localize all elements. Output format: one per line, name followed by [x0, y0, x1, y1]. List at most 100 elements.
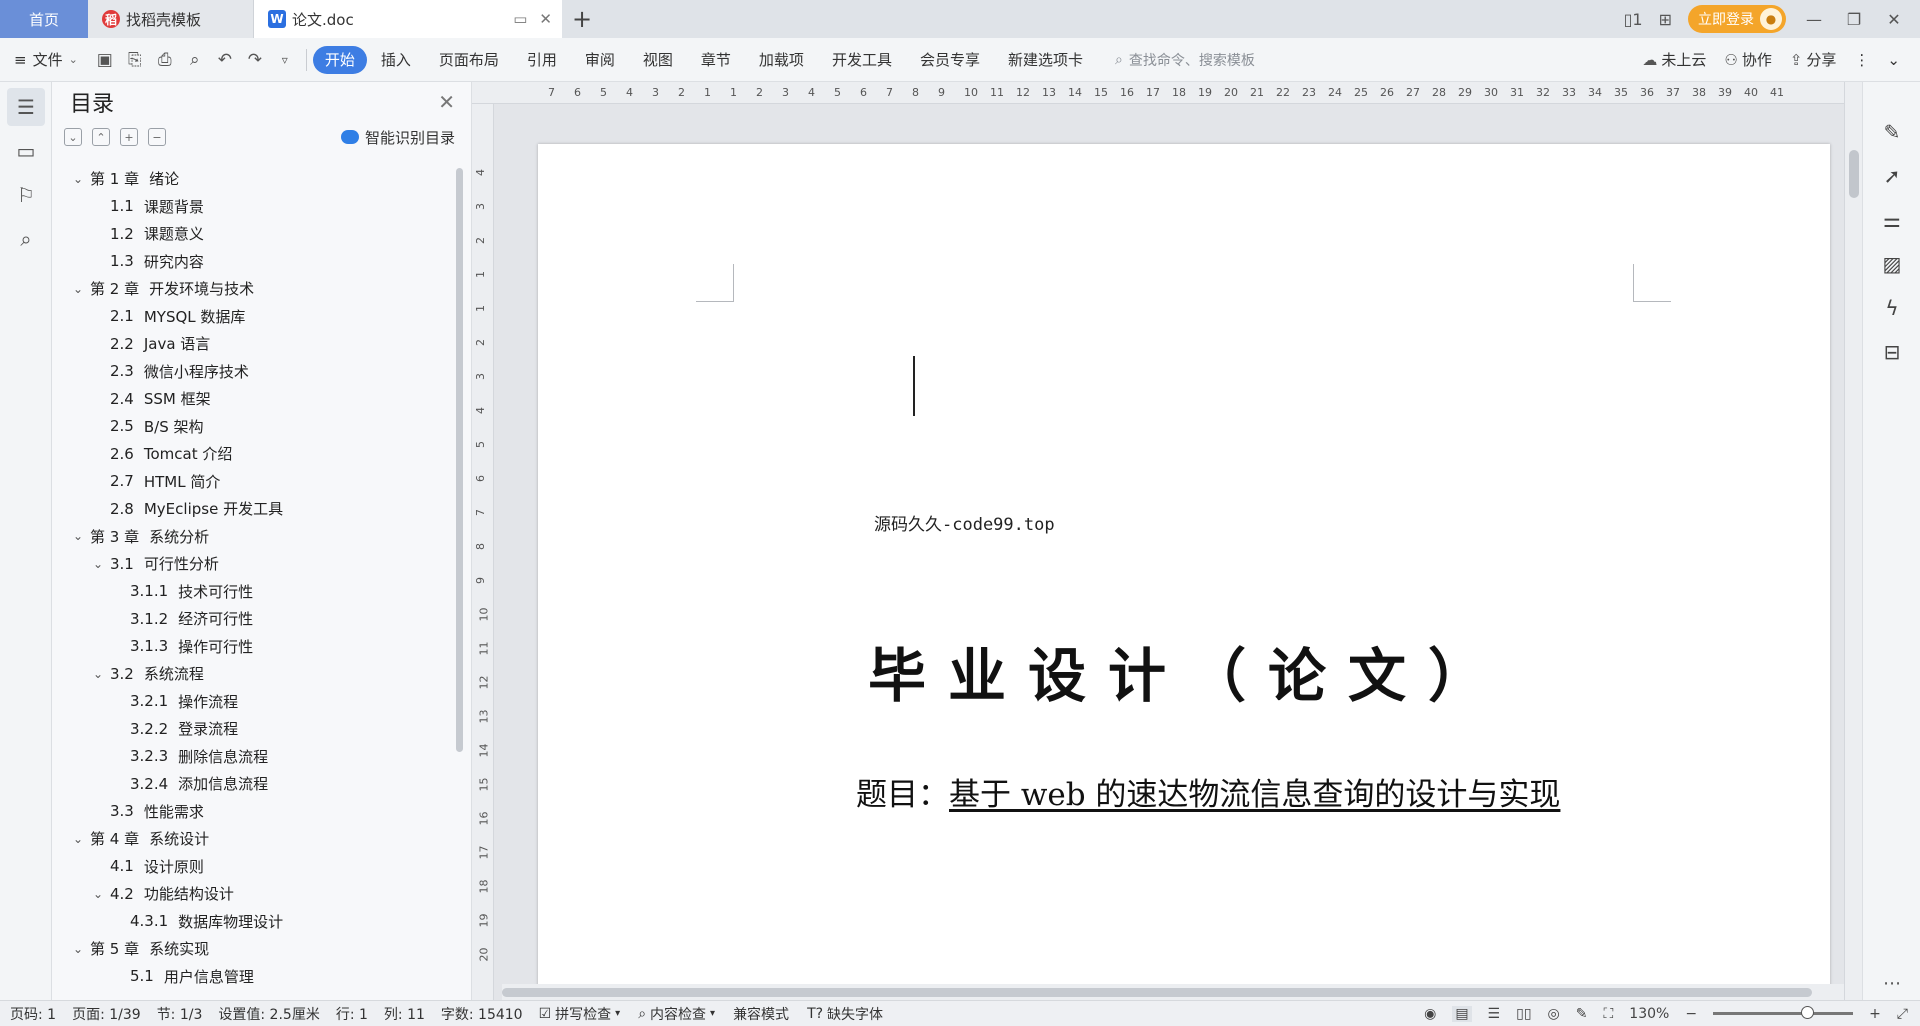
- toc-item[interactable]: ⌄ 3.2 系统流程: [52, 660, 452, 688]
- toc-item[interactable]: 4.1 设计原则: [52, 853, 452, 881]
- content-check-button[interactable]: ⌕ 内容检查 ▾: [638, 1004, 715, 1024]
- cursor-select-icon[interactable]: ➚: [1863, 154, 1920, 198]
- login-button[interactable]: 立即登录 ●: [1688, 5, 1786, 33]
- spell-check-button[interactable]: ☑ 拼写检查 ▾: [539, 1004, 621, 1024]
- collab-button[interactable]: ⚇ 协作: [1724, 49, 1771, 70]
- close-tab-icon[interactable]: ✕: [539, 10, 552, 28]
- ribbon-tab[interactable]: 新建选项卡: [994, 46, 1097, 74]
- vertical-scrollbar[interactable]: [1844, 82, 1862, 1000]
- smart-toc-button[interactable]: 智能识别目录: [340, 127, 455, 148]
- layout-switch-icon[interactable]: ▯1: [1624, 10, 1643, 29]
- page-count[interactable]: 页面: 1/39: [72, 1004, 141, 1024]
- toc-item[interactable]: 2.6 Tomcat 介绍: [52, 440, 452, 468]
- toc-item[interactable]: 2.7 HTML 简介: [52, 468, 452, 496]
- toc-scrollbar[interactable]: [456, 168, 463, 752]
- horizontal-scrollbar[interactable]: [502, 984, 1844, 1000]
- compat-mode[interactable]: 兼容模式: [733, 1004, 789, 1024]
- pin-tab-icon[interactable]: ▭: [513, 10, 527, 28]
- zoom-in-icon[interactable]: +: [1869, 1006, 1881, 1022]
- undo-icon[interactable]: ↶: [210, 50, 240, 70]
- toc-item[interactable]: 3.2.4 添加信息流程: [52, 770, 452, 798]
- document-page[interactable]: 源码久久-code99.top 毕业设计（论文） 题目：基于 web 的速达物流…: [538, 144, 1830, 1000]
- missing-font-button[interactable]: T? 缺失字体: [807, 1004, 883, 1024]
- toc-item[interactable]: 3.1.3 操作可行性: [52, 633, 452, 661]
- zoom-out-icon[interactable]: −: [1685, 1006, 1697, 1022]
- chevron-down-icon[interactable]: ⌄: [70, 942, 86, 956]
- toc-item[interactable]: 2.1 MYSQL 数据库: [52, 303, 452, 331]
- chevron-down-icon[interactable]: ⌄: [70, 172, 86, 186]
- pen-icon[interactable]: ✎: [1863, 110, 1920, 154]
- vertical-ruler[interactable]: 4 3 2 1 1 2 3 4 5 6 7 8 9 10 11 12 13 14 15 16 17 18 19 20: [472, 104, 494, 1000]
- adjust-sliders-icon[interactable]: ⚌: [1863, 198, 1920, 242]
- scrollbar-thumb[interactable]: [1849, 150, 1859, 198]
- chevron-down-icon[interactable]: ⌄: [90, 557, 106, 571]
- minimize-window-icon[interactable]: —: [1802, 10, 1826, 29]
- section-count[interactable]: 节: 1/3: [157, 1004, 203, 1024]
- toc-item[interactable]: 1.3 研究内容: [52, 248, 452, 276]
- row-position[interactable]: 行: 1: [336, 1004, 368, 1024]
- export-pdf-icon[interactable]: ⎘: [120, 50, 150, 70]
- tab-document[interactable]: W 论文.doc ▭ ✕: [254, 0, 562, 38]
- toc-item[interactable]: 2.2 Java 语言: [52, 330, 452, 358]
- toc-panel-icon[interactable]: ☰: [7, 88, 45, 126]
- search-icon[interactable]: ⌕: [7, 220, 45, 258]
- quick-access-dropdown-icon[interactable]: ▿: [270, 53, 300, 67]
- zoom-slider[interactable]: [1713, 1006, 1854, 1019]
- toc-item[interactable]: 1.1 课题背景: [52, 193, 452, 221]
- toc-item[interactable]: 1.2 课题意义: [52, 220, 452, 248]
- folder-icon[interactable]: ▭: [7, 132, 45, 170]
- ribbon-tab[interactable]: 开发工具: [818, 46, 906, 74]
- toc-item[interactable]: ⌄ 3.1 可行性分析: [52, 550, 452, 578]
- toc-item[interactable]: 2.4 SSM 框架: [52, 385, 452, 413]
- toc-item[interactable]: 3.2.1 操作流程: [52, 688, 452, 716]
- toc-item[interactable]: 3.2.3 删除信息流程: [52, 743, 452, 771]
- chevron-down-icon[interactable]: ⌄: [90, 887, 106, 901]
- bookmark-icon[interactable]: ⚐: [7, 176, 45, 214]
- ribbon-tab[interactable]: 章节: [687, 46, 745, 74]
- toc-item[interactable]: ⌄ 第 1 章绪论: [52, 165, 452, 193]
- restore-window-icon[interactable]: ❐: [1842, 10, 1866, 29]
- ribbon-tab[interactable]: 插入: [367, 46, 425, 74]
- zoom-slider-knob[interactable]: [1801, 1006, 1815, 1019]
- toc-item[interactable]: ⌄ 第 3 章系统分析: [52, 523, 452, 551]
- fit-page-icon[interactable]: ⛶: [1603, 1006, 1613, 1022]
- toc-item[interactable]: 3.3 性能需求: [52, 798, 452, 826]
- toc-item[interactable]: 3.1.1 技术可行性: [52, 578, 452, 606]
- ribbon-tab[interactable]: 会员专享: [906, 46, 994, 74]
- ribbon-tab[interactable]: 开始: [312, 45, 367, 74]
- toc-item[interactable]: ⌄ 第 5 章系统实现: [52, 935, 452, 963]
- print-preview-icon[interactable]: ⌕: [180, 50, 210, 70]
- word-count[interactable]: 字数: 15410: [441, 1004, 523, 1024]
- page-code[interactable]: 页码: 1: [10, 1004, 56, 1024]
- fullscreen-icon[interactable]: ⤢: [1897, 1006, 1908, 1022]
- close-window-icon[interactable]: ✕: [1882, 10, 1906, 29]
- command-search[interactable]: ⌕ 查找命令、搜索模板: [1115, 50, 1255, 70]
- print-icon[interactable]: ⎙: [150, 50, 180, 70]
- demote-level-icon[interactable]: −: [148, 128, 166, 146]
- chevron-down-icon[interactable]: ⌄: [70, 529, 86, 543]
- new-tab-button[interactable]: +: [562, 0, 602, 38]
- reading-view-icon[interactable]: ▯▯: [1516, 1006, 1531, 1022]
- close-icon[interactable]: ✕: [438, 90, 455, 114]
- ribbon-tab[interactable]: 引用: [513, 46, 571, 74]
- tab-home[interactable]: 首页: [0, 0, 88, 38]
- horizontal-ruler[interactable]: 7 6 5 4 3 2 1 1 2 3 4 5 6 7 8 9 10 11 12 13 14 15 16 17 18 19 20 21…: [472, 82, 1862, 104]
- toc-item[interactable]: ⌄ 第 2 章开发环境与技术: [52, 275, 452, 303]
- collapse-all-icon[interactable]: ⌃: [92, 128, 110, 146]
- toc-item[interactable]: ⌄ 4.2 功能结构设计: [52, 880, 452, 908]
- chevron-down-icon[interactable]: ⌄: [70, 282, 86, 296]
- flash-icon[interactable]: ϟ: [1863, 286, 1920, 330]
- book-view-icon[interactable]: ⊟: [1863, 330, 1920, 374]
- image-tools-icon[interactable]: ▨: [1863, 242, 1920, 286]
- more-icon[interactable]: ⋯: [1863, 973, 1920, 994]
- save-icon[interactable]: ▣: [90, 50, 120, 70]
- chevron-down-icon[interactable]: ⌄: [90, 667, 106, 681]
- promote-level-icon[interactable]: +: [120, 128, 138, 146]
- cloud-status-button[interactable]: ☁ 未上云: [1642, 49, 1706, 70]
- expand-all-icon[interactable]: ⌄: [64, 128, 82, 146]
- more-options-icon[interactable]: ⋮: [1854, 51, 1869, 69]
- margin-setting[interactable]: 设置值: 2.5厘米: [218, 1004, 319, 1024]
- toc-item[interactable]: 4.3.1 数据库物理设计: [52, 908, 452, 936]
- toc-item[interactable]: 3.2.2 登录流程: [52, 715, 452, 743]
- file-menu[interactable]: ≡ 文件 ⌄: [14, 49, 78, 70]
